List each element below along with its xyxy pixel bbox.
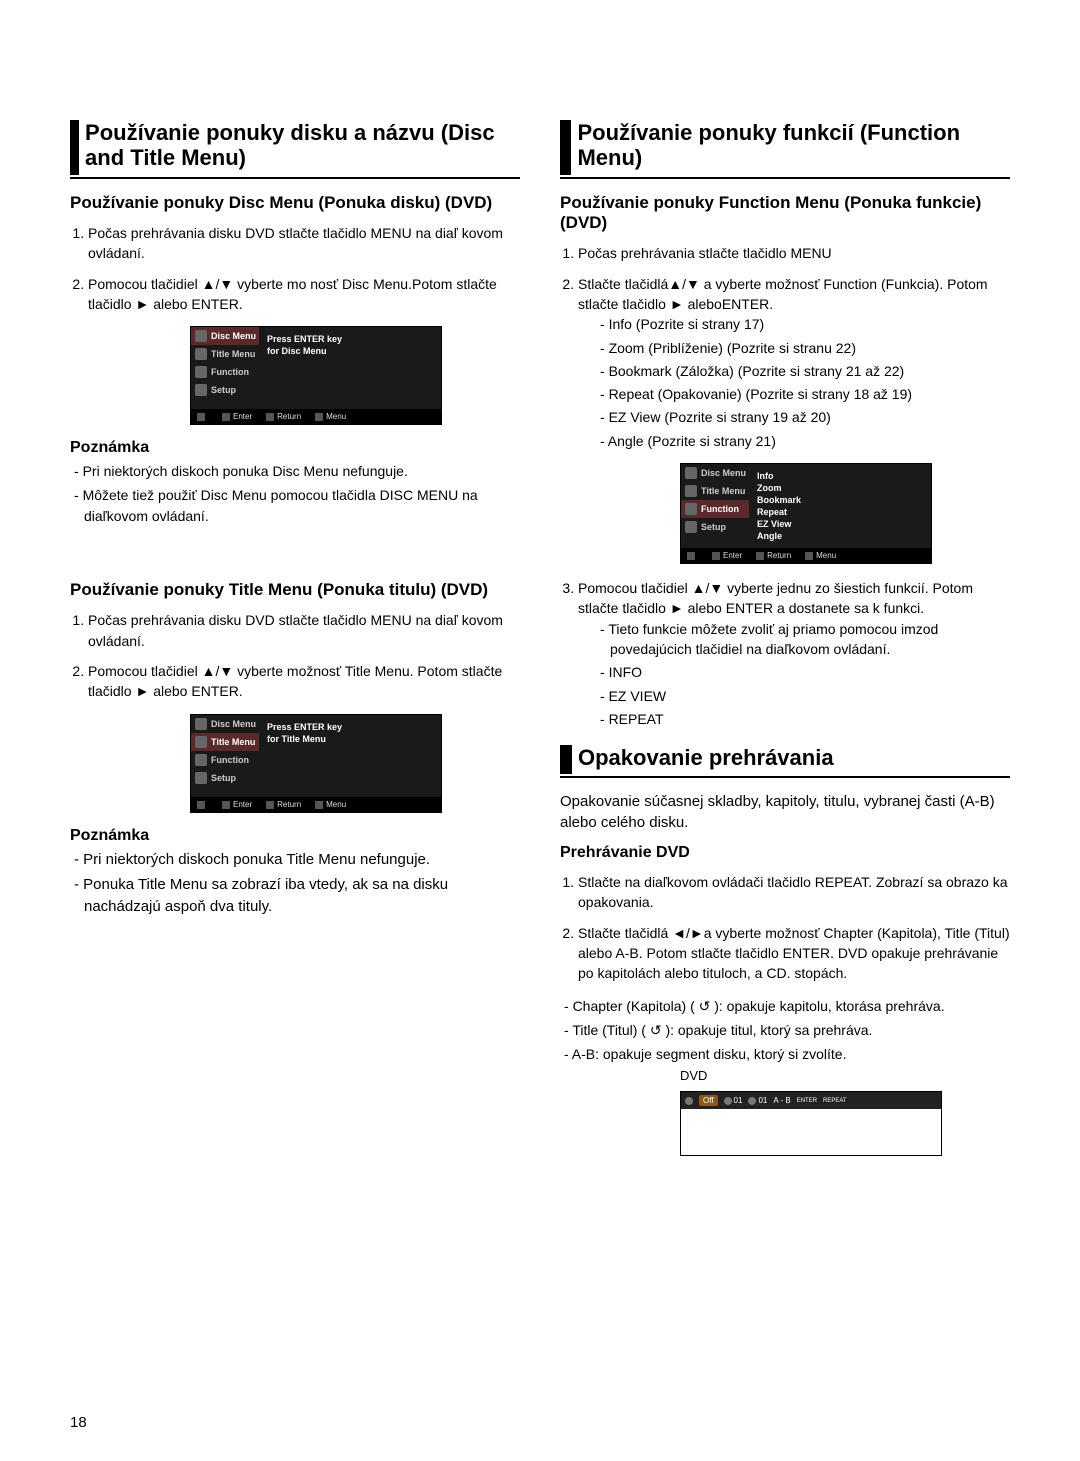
osd-main-line: Info bbox=[757, 470, 923, 482]
heading-text: Opakovanie prehrávania bbox=[578, 745, 834, 774]
subheading-disc-menu: Používanie ponuky Disc Menu (Ponuka disk… bbox=[70, 193, 520, 213]
sub-item: - Zoom (Priblíženie) (Pozrite si stranu … bbox=[596, 338, 1010, 358]
dvd-label: DVD bbox=[680, 1068, 1010, 1083]
osd-main-line: Zoom bbox=[757, 482, 923, 494]
subheading-function-menu: Používanie ponuky Function Menu (Ponuka … bbox=[560, 193, 1010, 234]
bullet: - A-B: opakuje segment disku, ktorý si z… bbox=[560, 1044, 1010, 1064]
osd-main-line: Bookmark bbox=[757, 494, 923, 506]
osd-side-item: Function bbox=[681, 500, 749, 518]
osd-side-item: Function bbox=[191, 363, 259, 381]
sub-item: - EZ View (Pozrite si strany 19 až 20) bbox=[596, 407, 1010, 427]
repeat-intro: Opakovanie súčasnej skladby, kapitoly, t… bbox=[560, 792, 1010, 833]
sub-item: - Angle (Pozrite si strany 21) bbox=[596, 431, 1010, 451]
heading-text: Používanie ponuky disku a názvu (Disc an… bbox=[85, 120, 520, 175]
osd-side-item: Setup bbox=[681, 518, 749, 536]
osd-side-item: Function bbox=[191, 751, 259, 769]
note-item: - Ponuka Title Menu sa zobrazí iba vtedy… bbox=[70, 874, 520, 918]
step: Počas prehrávania disku DVD stlačte tlač… bbox=[88, 223, 520, 264]
sub-item: - REPEAT bbox=[596, 709, 1010, 729]
subheading-title-menu: Používanie ponuky Title Menu (Ponuka tit… bbox=[70, 580, 520, 600]
osd-main-line: for Disc Menu bbox=[267, 345, 433, 357]
osd-repeat-bar: Off 01 01 A - B ENTER REPEAT bbox=[680, 1091, 942, 1156]
subheading-dvd-play: Prehrávanie DVD bbox=[560, 843, 1010, 862]
osd-screenshot-title-menu: Disc Menu Title Menu Function Setup Pres… bbox=[190, 714, 442, 813]
step: Pomocou tlačidiel ▲/▼ vyberte mo nosť Di… bbox=[88, 274, 520, 315]
step: Stlačte tlačidlá▲/▼ a vyberte možnosť Fu… bbox=[578, 274, 1010, 451]
osd-main-line: Angle bbox=[757, 530, 923, 542]
note-block: - Pri niektorých diskoch ponuka Disc Men… bbox=[70, 461, 520, 526]
repeat-off: Off bbox=[699, 1095, 718, 1106]
function-menu-steps-cont: Pomocou tlačidiel ▲/▼ vyberte jednu zo š… bbox=[560, 578, 1010, 729]
osd-side-item: Title Menu bbox=[681, 482, 749, 500]
note-item: - Pri niektorých diskoch ponuka Disc Men… bbox=[70, 461, 520, 481]
title-menu-steps: Počas prehrávania disku DVD stlačte tlač… bbox=[70, 610, 520, 701]
step: Stlačte na diaľkovom ovládači tlačidlo R… bbox=[578, 872, 1010, 913]
step: Pomocou tlačidiel ▲/▼ vyberte možnosť Ti… bbox=[88, 661, 520, 702]
osd-side-item: Setup bbox=[191, 769, 259, 787]
disc-menu-steps: Počas prehrávania disku DVD stlačte tlač… bbox=[70, 223, 520, 314]
osd-side-item: Disc Menu bbox=[681, 464, 749, 482]
osd-main-line: Press ENTER key bbox=[267, 333, 433, 345]
section-heading-function: Používanie ponuky funkcií (Function Menu… bbox=[560, 120, 1010, 179]
section-heading-disc-title: Používanie ponuky disku a názvu (Disc an… bbox=[70, 120, 520, 179]
sub-item: - Info (Pozrite si strany 17) bbox=[596, 314, 1010, 334]
bullet: - Chapter (Kapitola) ( ↺ ): opakuje kapi… bbox=[560, 996, 1010, 1016]
function-menu-steps: Počas prehrávania stlačte tlačidlo MENU … bbox=[560, 243, 1010, 451]
step: Pomocou tlačidiel ▲/▼ vyberte jednu zo š… bbox=[578, 578, 1010, 729]
note-item: - Pri niektorých diskoch ponuka Title Me… bbox=[70, 849, 520, 871]
osd-side-item: Disc Menu bbox=[191, 327, 259, 345]
osd-side-item: Title Menu bbox=[191, 733, 259, 751]
sub-item: - INFO bbox=[596, 662, 1010, 682]
osd-main-line: EZ View bbox=[757, 518, 923, 530]
section-heading-repeat: Opakovanie prehrávania bbox=[560, 745, 1010, 778]
note-block: - Pri niektorých diskoch ponuka Title Me… bbox=[70, 849, 520, 918]
page-number: 18 bbox=[70, 1414, 87, 1431]
note-label: Poznámka bbox=[70, 439, 520, 457]
note-label: Poznámka bbox=[70, 827, 520, 845]
repeat-ab: A - B bbox=[773, 1096, 790, 1105]
sub-item: - Bookmark (Záložka) (Pozrite si strany … bbox=[596, 361, 1010, 381]
osd-main-line: for Title Menu bbox=[267, 733, 433, 745]
step: Stlačte tlačidlá ◄/►a vyberte možnosť Ch… bbox=[578, 923, 1010, 984]
osd-side-item: Disc Menu bbox=[191, 715, 259, 733]
bullet: - Title (Titul) ( ↺ ): opakuje titul, kt… bbox=[560, 1020, 1010, 1040]
sub-item: - EZ VIEW bbox=[596, 686, 1010, 706]
repeat-steps: Stlačte na diaľkovom ovládači tlačidlo R… bbox=[560, 872, 1010, 983]
sub-item: - Repeat (Opakovanie) (Pozrite si strany… bbox=[596, 384, 1010, 404]
osd-side-item: Title Menu bbox=[191, 345, 259, 363]
step: Počas prehrávania stlačte tlačidlo MENU bbox=[578, 243, 1010, 263]
osd-main-line: Press ENTER key bbox=[267, 721, 433, 733]
osd-main-line: Repeat bbox=[757, 506, 923, 518]
repeat-bullets: - Chapter (Kapitola) ( ↺ ): opakuje kapi… bbox=[560, 996, 1010, 1065]
note-item: - Môžete tiež použiť Disc Menu pomocou t… bbox=[70, 485, 520, 526]
osd-side-item: Setup bbox=[191, 381, 259, 399]
heading-text: Používanie ponuky funkcií (Function Menu… bbox=[577, 120, 1010, 175]
osd-screenshot-function: Disc Menu Title Menu Function Setup Info… bbox=[680, 463, 932, 564]
sub-item: - Tieto funkcie môžete zvoliť aj priamo … bbox=[596, 619, 1010, 660]
osd-screenshot-disc-menu: Disc Menu Title Menu Function Setup Pres… bbox=[190, 326, 442, 425]
step: Počas prehrávania disku DVD stlačte tlač… bbox=[88, 610, 520, 651]
